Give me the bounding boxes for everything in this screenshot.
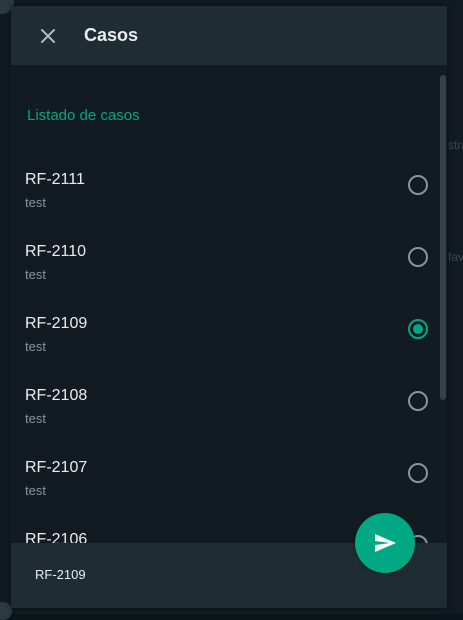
case-id: RF-2108 <box>25 387 88 404</box>
dialog-title: Casos <box>84 25 139 45</box>
case-item-rf-2109[interactable]: RF-2109 test <box>11 315 441 387</box>
case-id: RF-2109 <box>25 315 88 332</box>
case-item-rf-2111[interactable]: RF-2111 test <box>11 171 441 243</box>
case-id: RF-2110 <box>25 243 87 260</box>
section-title: Listado de casos <box>27 107 140 124</box>
case-item-rf-2108[interactable]: RF-2108 test <box>11 387 441 459</box>
case-id: RF-2111 <box>25 171 85 188</box>
send-icon <box>375 534 396 552</box>
case-item-rf-2110[interactable]: RF-2110 test <box>11 243 441 315</box>
case-id: RF-2107 <box>25 459 88 476</box>
case-radio[interactable] <box>408 175 428 195</box>
case-description: test <box>25 195 46 210</box>
case-radio[interactable] <box>408 463 428 483</box>
case-radio[interactable] <box>408 247 428 267</box>
close-icon <box>41 28 55 43</box>
close-button[interactable] <box>36 24 60 48</box>
case-radio[interactable] <box>408 391 428 411</box>
case-description: test <box>25 339 46 354</box>
selected-case-label: RF-2109 <box>35 567 86 582</box>
dialog-header: Casos <box>11 6 447 65</box>
cases-list[interactable]: Listado de casos RF-2111 test RF-2110 te… <box>11 65 447 543</box>
case-description: test <box>25 267 46 282</box>
case-radio-selected[interactable] <box>408 319 428 339</box>
case-id: RF-2106 <box>25 531 88 543</box>
background-edge <box>445 0 463 614</box>
case-description: test <box>25 483 46 498</box>
send-button[interactable] <box>355 513 415 573</box>
case-description: test <box>25 411 46 426</box>
background-text: fav <box>448 250 463 264</box>
background-text: stra <box>448 138 463 152</box>
